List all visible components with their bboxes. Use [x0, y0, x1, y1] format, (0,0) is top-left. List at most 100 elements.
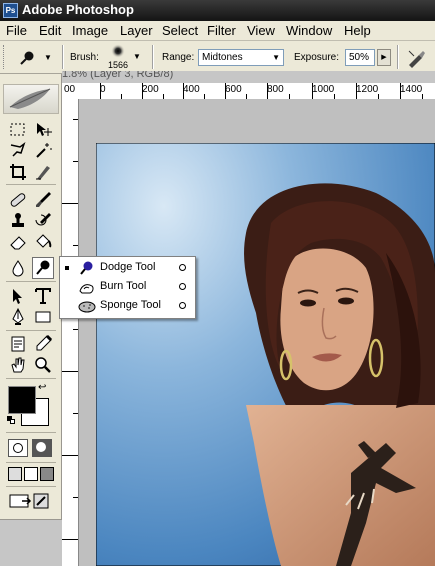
dodge-tool[interactable] — [32, 257, 54, 279]
ruler-ticks — [100, 83, 423, 99]
toolbox-separator — [6, 432, 56, 433]
pen-icon — [12, 307, 24, 325]
lasso-tool[interactable] — [8, 141, 28, 161]
slice-tool[interactable] — [33, 162, 53, 182]
eraser-tool[interactable] — [8, 232, 28, 252]
menu-view[interactable]: View — [247, 23, 275, 38]
notes-icon — [11, 336, 25, 352]
rectangle-icon — [35, 311, 51, 323]
feather-icon — [9, 88, 51, 109]
selected-bullet-icon — [65, 266, 69, 270]
options-bar-grip[interactable] — [3, 45, 7, 69]
vertical-ruler[interactable] — [62, 99, 79, 566]
default-colors-icon[interactable] — [7, 416, 15, 424]
magnifier-icon — [35, 357, 51, 373]
menu-window[interactable]: Window — [286, 23, 332, 38]
exposure-input[interactable]: 50% — [345, 49, 375, 66]
brush-icon — [36, 192, 51, 207]
eraser-icon — [10, 236, 26, 250]
menu-layer[interactable]: Layer — [120, 23, 153, 38]
pen-tool[interactable] — [8, 307, 28, 327]
toolbox-header[interactable] — [3, 84, 59, 114]
history-brush-tool[interactable] — [33, 211, 53, 231]
screen-mode-full-menu-button[interactable] — [24, 467, 38, 481]
screen-mode-full-button[interactable] — [40, 467, 54, 481]
foreground-color-swatch[interactable] — [8, 386, 36, 414]
healing-brush-tool[interactable] — [8, 190, 28, 210]
magic-wand-tool[interactable] — [33, 141, 53, 161]
rectangle-tool[interactable] — [33, 307, 53, 327]
sponge-icon — [78, 301, 96, 313]
document-title-bar: 1.8% (Layer 3, RGB/8) — [62, 71, 435, 83]
paint-bucket-icon — [36, 234, 52, 248]
flyout-item-dodge[interactable]: Dodge Tool — [60, 259, 195, 278]
hand-icon — [11, 357, 25, 373]
menu-help[interactable]: Help — [344, 23, 371, 38]
menu-image[interactable]: Image — [72, 23, 108, 38]
toolbox-separator — [6, 281, 56, 282]
bandage-icon — [10, 193, 26, 207]
tool-preset-picker[interactable]: ▼ — [12, 48, 58, 68]
brush-preview-icon[interactable] — [110, 43, 126, 59]
dodge-tool-flyout: Dodge Tool Burn Tool Sponge Tool — [59, 256, 196, 319]
circle-icon — [13, 443, 23, 453]
shortcut-circle-icon — [179, 283, 186, 290]
menu-select[interactable]: Select — [162, 23, 198, 38]
range-label: Range: — [162, 52, 195, 63]
flyout-item-label: Burn Tool — [100, 280, 147, 292]
flyout-item-label: Sponge Tool — [100, 299, 161, 311]
toolbox: ↩ — [0, 74, 62, 520]
move-tool[interactable] — [33, 120, 53, 140]
menu-filter[interactable]: Filter — [207, 23, 236, 38]
dodge-icon — [20, 51, 34, 65]
dodge-icon — [80, 261, 93, 275]
toolbox-separator — [6, 486, 56, 487]
app-title: Adobe Photoshop — [22, 2, 134, 17]
move-icon — [37, 123, 52, 136]
toolbox-separator — [6, 184, 56, 185]
flyout-item-label: Dodge Tool — [100, 261, 156, 273]
droplet-icon — [12, 260, 24, 277]
eyedropper-icon — [36, 334, 53, 351]
menu-edit[interactable]: Edit — [39, 23, 61, 38]
type-icon — [35, 288, 51, 304]
jump-to-icon — [9, 493, 49, 509]
paint-bucket-tool[interactable] — [33, 232, 53, 252]
range-select[interactable]: Midtones ▼ — [198, 49, 284, 66]
flyout-item-sponge[interactable]: Sponge Tool — [60, 297, 195, 316]
clone-stamp-tool[interactable] — [8, 211, 28, 231]
toolbox-separator — [6, 462, 56, 463]
type-tool[interactable] — [33, 286, 53, 306]
zoom-tool[interactable] — [33, 355, 53, 375]
blur-tool[interactable] — [8, 258, 28, 278]
canvas-image[interactable] — [96, 143, 435, 566]
exposure-slider-button[interactable]: ▶ — [377, 49, 391, 66]
brush-tool[interactable] — [33, 190, 53, 210]
eyedropper-tool[interactable] — [33, 334, 53, 354]
standard-mode-button[interactable] — [8, 439, 28, 457]
airbrush-icon[interactable] — [405, 47, 427, 69]
path-selection-tool[interactable] — [8, 286, 28, 306]
screen-mode-standard-button[interactable] — [8, 467, 22, 481]
history-brush-icon — [35, 213, 51, 226]
jump-to-imageready-button[interactable] — [8, 491, 52, 511]
lasso-icon — [10, 141, 26, 157]
brush-dropdown-icon[interactable]: ▼ — [133, 52, 141, 61]
marquee-icon — [10, 123, 25, 136]
crop-tool[interactable] — [8, 162, 28, 182]
swap-colors-icon[interactable]: ↩ — [38, 382, 46, 393]
toolbox-separator — [6, 330, 56, 331]
quick-mask-button[interactable] — [32, 439, 52, 457]
menu-file[interactable]: File — [6, 23, 27, 38]
hand-tool[interactable] — [8, 355, 28, 375]
ruler-ticks — [62, 119, 78, 540]
flyout-item-burn[interactable]: Burn Tool — [60, 278, 195, 297]
notes-tool[interactable] — [8, 334, 28, 354]
chevron-down-icon: ▼ — [44, 53, 52, 62]
menu-bar: File Edit Image Layer Select Filter View… — [0, 21, 435, 41]
marquee-tool[interactable] — [8, 120, 28, 140]
horizontal-ruler[interactable]: 00 0 200 400 600 800 1000 1200 1400 — [62, 83, 435, 100]
options-separator — [62, 45, 64, 69]
title-bar: Ps Adobe Photoshop — [0, 0, 435, 21]
exposure-label: Exposure: — [294, 52, 340, 63]
